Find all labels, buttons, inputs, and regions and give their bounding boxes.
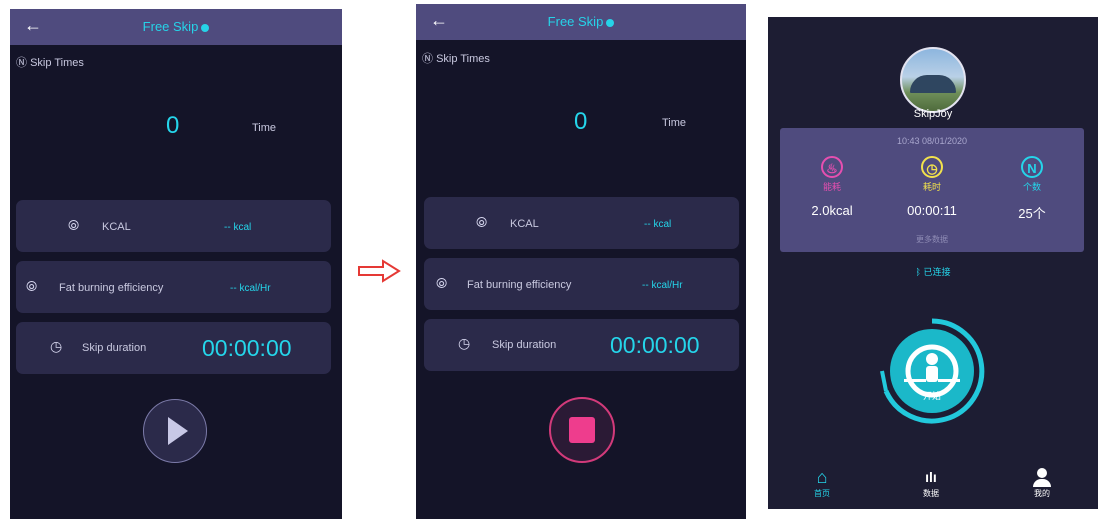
duration-clock-icon: ◷ <box>458 335 471 351</box>
start-skip-button[interactable] <box>143 399 207 463</box>
stat-count-value: 25个 <box>1018 206 1046 221</box>
kcal-card: ⦾ KCAL -- kcal <box>424 197 739 249</box>
skip-count-value: 0 <box>166 112 180 139</box>
skip-times-label: Skip Times <box>30 57 84 69</box>
fat-burn-icon: ⦾ <box>26 278 38 294</box>
top-bar: ← Free Skip <box>10 9 342 45</box>
fat-burning-card: ⦾ Fat burning efficiency -- kcal/Hr <box>16 261 331 313</box>
skip-times-header: Ⓝ Skip Times <box>422 53 490 65</box>
connection-status: ᛒ 已连接 <box>915 267 951 277</box>
skip-duration-label: Skip duration <box>82 342 147 354</box>
stop-skip-button[interactable] <box>549 397 615 463</box>
kcal-label: KCAL <box>510 218 539 230</box>
bottom-nav: ⌂ 首页 ılı 数据 我的 <box>768 467 1098 509</box>
chart-icon: ılı <box>925 469 937 485</box>
nav-data-label: 数据 <box>923 489 939 498</box>
count-n-icon: N <box>1021 156 1043 178</box>
screen-home: SkipJoy 10:43 08/01/2020 ♨ 能耗 2.0kcal ◷ … <box>768 17 1098 509</box>
nav-profile-label: 我的 <box>1034 489 1050 498</box>
nav-home-label: 首页 <box>814 489 830 498</box>
fat-burning-label: Fat burning efficiency <box>59 282 164 294</box>
fat-burning-label: Fat burning efficiency <box>467 279 572 291</box>
stat-energy: ♨ 能耗 2.0kcal <box>792 156 872 218</box>
stat-duration-label: 耗时 <box>922 182 941 192</box>
skip-duration-card: ◷ Skip duration 00:00:00 <box>424 319 739 371</box>
summary-panel: 10:43 08/01/2020 ♨ 能耗 2.0kcal ◷ 耗时 00:00… <box>780 128 1084 252</box>
nav-data[interactable]: ılı 数据 <box>911 467 951 499</box>
transition-arrow-icon <box>358 259 401 283</box>
stop-icon <box>569 417 595 443</box>
kcal-flame-icon: ⦾ <box>68 217 80 233</box>
fat-burning-value: -- kcal/Hr <box>642 280 683 291</box>
nav-home[interactable]: ⌂ 首页 <box>802 467 842 499</box>
kcal-value: -- kcal <box>644 219 672 230</box>
username: SkipJoy <box>913 108 953 120</box>
skip-times-label: Skip Times <box>436 53 490 65</box>
clock-icon: ◷ <box>921 156 943 178</box>
avatar[interactable] <box>900 47 966 113</box>
stat-count-label: 个数 <box>1022 182 1041 192</box>
skip-duration-value: 00:00:00 <box>610 332 700 358</box>
info-dot-icon <box>606 18 615 27</box>
home-icon: ⌂ <box>816 467 828 487</box>
stat-duration: ◷ 耗时 00:00:11 <box>892 156 972 218</box>
skip-count-unit: Time <box>662 117 687 129</box>
stat-energy-value: 2.0kcal <box>811 203 853 218</box>
info-dot-icon <box>201 23 210 32</box>
kcal-flame-icon: ⦾ <box>476 214 488 230</box>
start-label: 开始 <box>922 391 941 401</box>
flame-icon: ♨ <box>821 156 843 178</box>
more-data-link[interactable]: 更多数据 <box>780 234 1084 245</box>
start-button[interactable]: 开始 <box>876 315 988 427</box>
duration-clock-icon: ◷ <box>50 338 63 354</box>
session-timestamp: 10:43 08/01/2020 <box>896 136 968 146</box>
person-icon <box>1022 467 1062 487</box>
fat-burning-card: ⦾ Fat burning efficiency -- kcal/Hr <box>424 258 739 310</box>
kcal-label: KCAL <box>102 221 131 233</box>
title-text: Free Skip <box>142 19 199 34</box>
nav-profile[interactable]: 我的 <box>1022 467 1062 499</box>
avatar-photo <box>910 75 956 93</box>
kcal-value: -- kcal <box>224 222 252 233</box>
kcal-card: ⦾ KCAL -- kcal <box>16 200 331 252</box>
stat-energy-label: 能耗 <box>822 182 841 192</box>
start-ring-icon <box>880 318 985 424</box>
page-title: Free Skip <box>416 14 746 29</box>
skip-duration-value: 00:00:00 <box>202 335 292 361</box>
page-title: Free Skip <box>10 19 342 34</box>
stat-count: N 个数 25个 <box>992 156 1072 222</box>
fat-burning-value: -- kcal/Hr <box>230 283 271 294</box>
skip-times-header: Ⓝ Skip Times <box>16 57 84 69</box>
play-icon <box>168 417 188 445</box>
skip-duration-card: ◷ Skip duration 00:00:00 <box>16 322 331 374</box>
screen-free-skip-running: ← Free Skip Ⓝ Skip Times 0 Time ⦾ KCAL -… <box>416 4 746 519</box>
fat-burn-icon: ⦾ <box>436 275 448 291</box>
stat-duration-value: 00:00:11 <box>907 203 957 218</box>
connection-status-label: 已连接 <box>923 267 951 277</box>
skip-duration-label: Skip duration <box>492 339 557 351</box>
top-bar: ← Free Skip <box>416 4 746 40</box>
title-text: Free Skip <box>547 14 604 29</box>
skip-count-value: 0 <box>574 108 588 135</box>
screen-free-skip-idle: ← Free Skip Ⓝ Skip Times 0 Time ⦾ KCAL -… <box>10 9 342 519</box>
skip-count-unit: Time <box>252 122 277 134</box>
